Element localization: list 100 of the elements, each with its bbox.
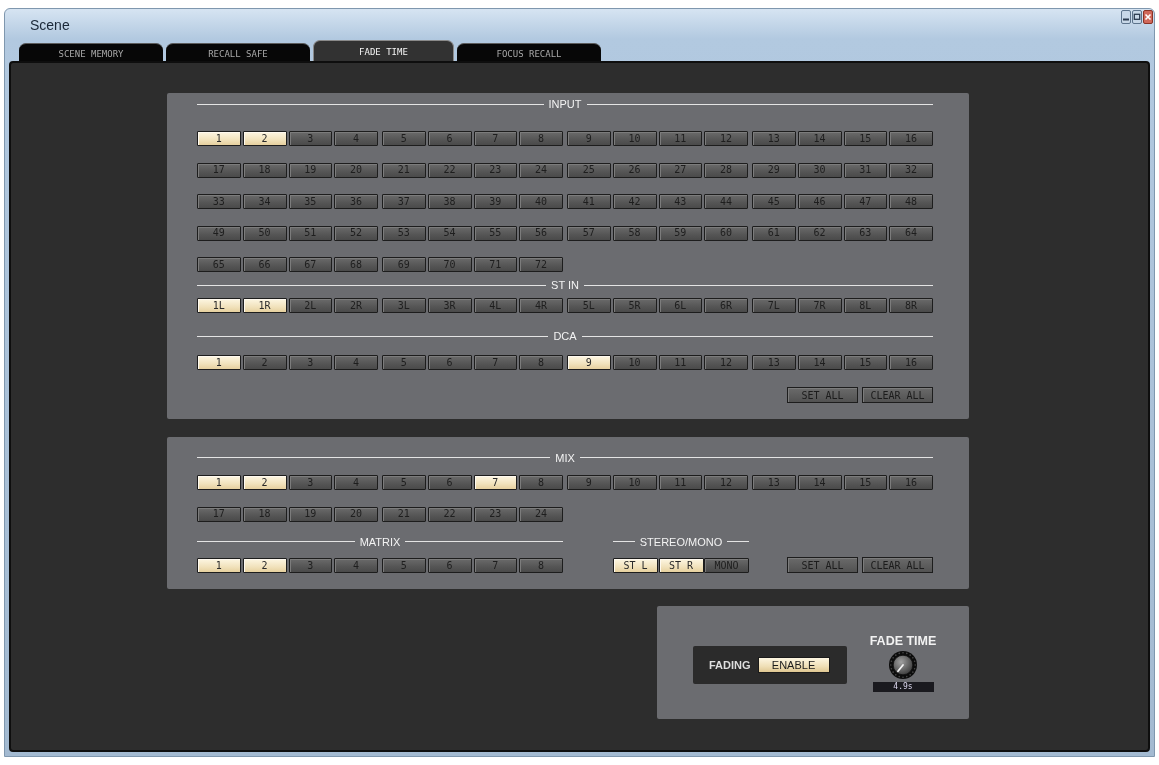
channel-button[interactable]: ST R [658,558,704,573]
channel-button[interactable]: 5 [382,355,426,370]
channel-button[interactable]: 3 [288,355,333,370]
channel-button[interactable]: 23 [473,506,518,522]
channel-button[interactable]: 24 [519,506,563,522]
channel-button[interactable]: 26 [612,162,657,178]
channel-button[interactable]: 8L [843,298,888,313]
channel-button[interactable]: 14 [797,355,842,370]
channel-button[interactable]: 21 [382,162,426,178]
channel-button[interactable]: 30 [797,162,842,178]
channel-button[interactable]: 7R [797,298,842,313]
channel-button[interactable]: 3L [382,298,426,313]
channel-button[interactable]: 13 [752,475,796,490]
channel-button[interactable]: 1L [197,298,241,313]
channel-button[interactable]: 4 [334,355,378,370]
channel-button[interactable]: 11 [658,355,703,370]
channel-button[interactable]: 1 [197,558,241,573]
channel-button[interactable]: 15 [843,131,888,146]
tab[interactable]: FOCUS RECALL [457,43,601,61]
channel-button[interactable]: 5 [382,558,426,573]
channel-button[interactable]: 19 [288,506,333,522]
channel-button[interactable]: 2 [242,131,287,146]
channel-button[interactable]: 63 [843,225,888,241]
channel-button[interactable]: 8 [519,558,563,573]
channel-button[interactable]: 11 [658,475,703,490]
channel-button[interactable]: 12 [704,475,748,490]
channel-button[interactable]: 10 [612,475,657,490]
channel-button[interactable]: 65 [197,257,241,272]
channel-button[interactable]: 2R [334,298,378,313]
channel-button[interactable]: 2L [288,298,333,313]
channel-button[interactable]: 4 [334,475,378,490]
channel-button[interactable]: 49 [197,225,241,241]
channel-button[interactable]: 23 [473,162,518,178]
channel-button[interactable]: 18 [242,162,287,178]
channel-button[interactable]: 38 [427,194,472,209]
channel-button[interactable]: 4L [473,298,518,313]
channel-button[interactable]: 61 [752,225,796,241]
channel-button[interactable]: 67 [288,257,333,272]
channel-button[interactable]: 3 [288,475,333,490]
channel-button[interactable]: 1 [197,475,241,490]
channel-button[interactable]: 60 [704,225,748,241]
channel-button[interactable]: 32 [889,162,933,178]
set-all-button[interactable]: SET ALL [787,387,858,403]
channel-button[interactable]: 8R [889,298,933,313]
channel-button[interactable]: 17 [197,506,241,522]
channel-button[interactable]: 69 [382,257,426,272]
channel-button[interactable]: 31 [843,162,888,178]
channel-button[interactable]: 6 [427,355,472,370]
channel-button[interactable]: 50 [242,225,287,241]
channel-button[interactable]: 28 [704,162,748,178]
channel-button[interactable]: 13 [752,131,796,146]
channel-button[interactable]: 12 [704,131,748,146]
channel-button[interactable]: ST L [613,558,658,573]
clear-all-button[interactable]: CLEAR ALL [862,557,933,573]
channel-button[interactable]: 22 [427,162,472,178]
channel-button[interactable]: 41 [567,194,611,209]
rotary-knob[interactable] [889,651,917,679]
channel-button[interactable]: 19 [288,162,333,178]
channel-button[interactable]: 6 [427,131,472,146]
channel-button[interactable]: 43 [658,194,703,209]
channel-button[interactable]: 4 [334,131,378,146]
channel-button[interactable]: 56 [519,225,563,241]
channel-button[interactable]: 2 [242,475,287,490]
channel-button[interactable]: 2 [242,558,287,573]
channel-button[interactable]: 21 [382,506,426,522]
channel-button[interactable]: 51 [288,225,333,241]
channel-button[interactable]: 8 [519,475,563,490]
channel-button[interactable]: 57 [567,225,611,241]
channel-button[interactable]: 16 [889,131,933,146]
channel-button[interactable]: 6L [658,298,703,313]
channel-button[interactable]: 1R [242,298,287,313]
channel-button[interactable]: 40 [519,194,563,209]
channel-button[interactable]: 7 [473,558,518,573]
channel-button[interactable]: 3 [288,131,333,146]
channel-button[interactable]: 10 [612,355,657,370]
tab[interactable]: FADE TIME [313,40,454,62]
channel-button[interactable]: 3 [288,558,333,573]
channel-button[interactable]: MONO [704,558,749,573]
channel-button[interactable]: 54 [427,225,472,241]
channel-button[interactable]: 5L [567,298,611,313]
channel-button[interactable]: 1 [197,131,241,146]
channel-button[interactable]: 7 [473,355,518,370]
channel-button[interactable]: 52 [334,225,378,241]
channel-button[interactable]: 13 [752,355,796,370]
channel-button[interactable]: 5 [382,475,426,490]
channel-button[interactable]: 6 [427,475,472,490]
channel-button[interactable]: 12 [704,355,748,370]
channel-button[interactable]: 62 [797,225,842,241]
channel-button[interactable]: 20 [334,162,378,178]
channel-button[interactable]: 8 [519,131,563,146]
channel-button[interactable]: 9 [567,131,611,146]
channel-button[interactable]: 55 [473,225,518,241]
channel-button[interactable]: 68 [334,257,378,272]
channel-button[interactable]: 64 [889,225,933,241]
channel-button[interactable]: 37 [382,194,426,209]
channel-button[interactable]: 44 [704,194,748,209]
channel-button[interactable]: 9 [567,475,611,490]
channel-button[interactable]: 24 [519,162,563,178]
channel-button[interactable]: 4 [334,558,378,573]
channel-button[interactable]: 25 [567,162,611,178]
